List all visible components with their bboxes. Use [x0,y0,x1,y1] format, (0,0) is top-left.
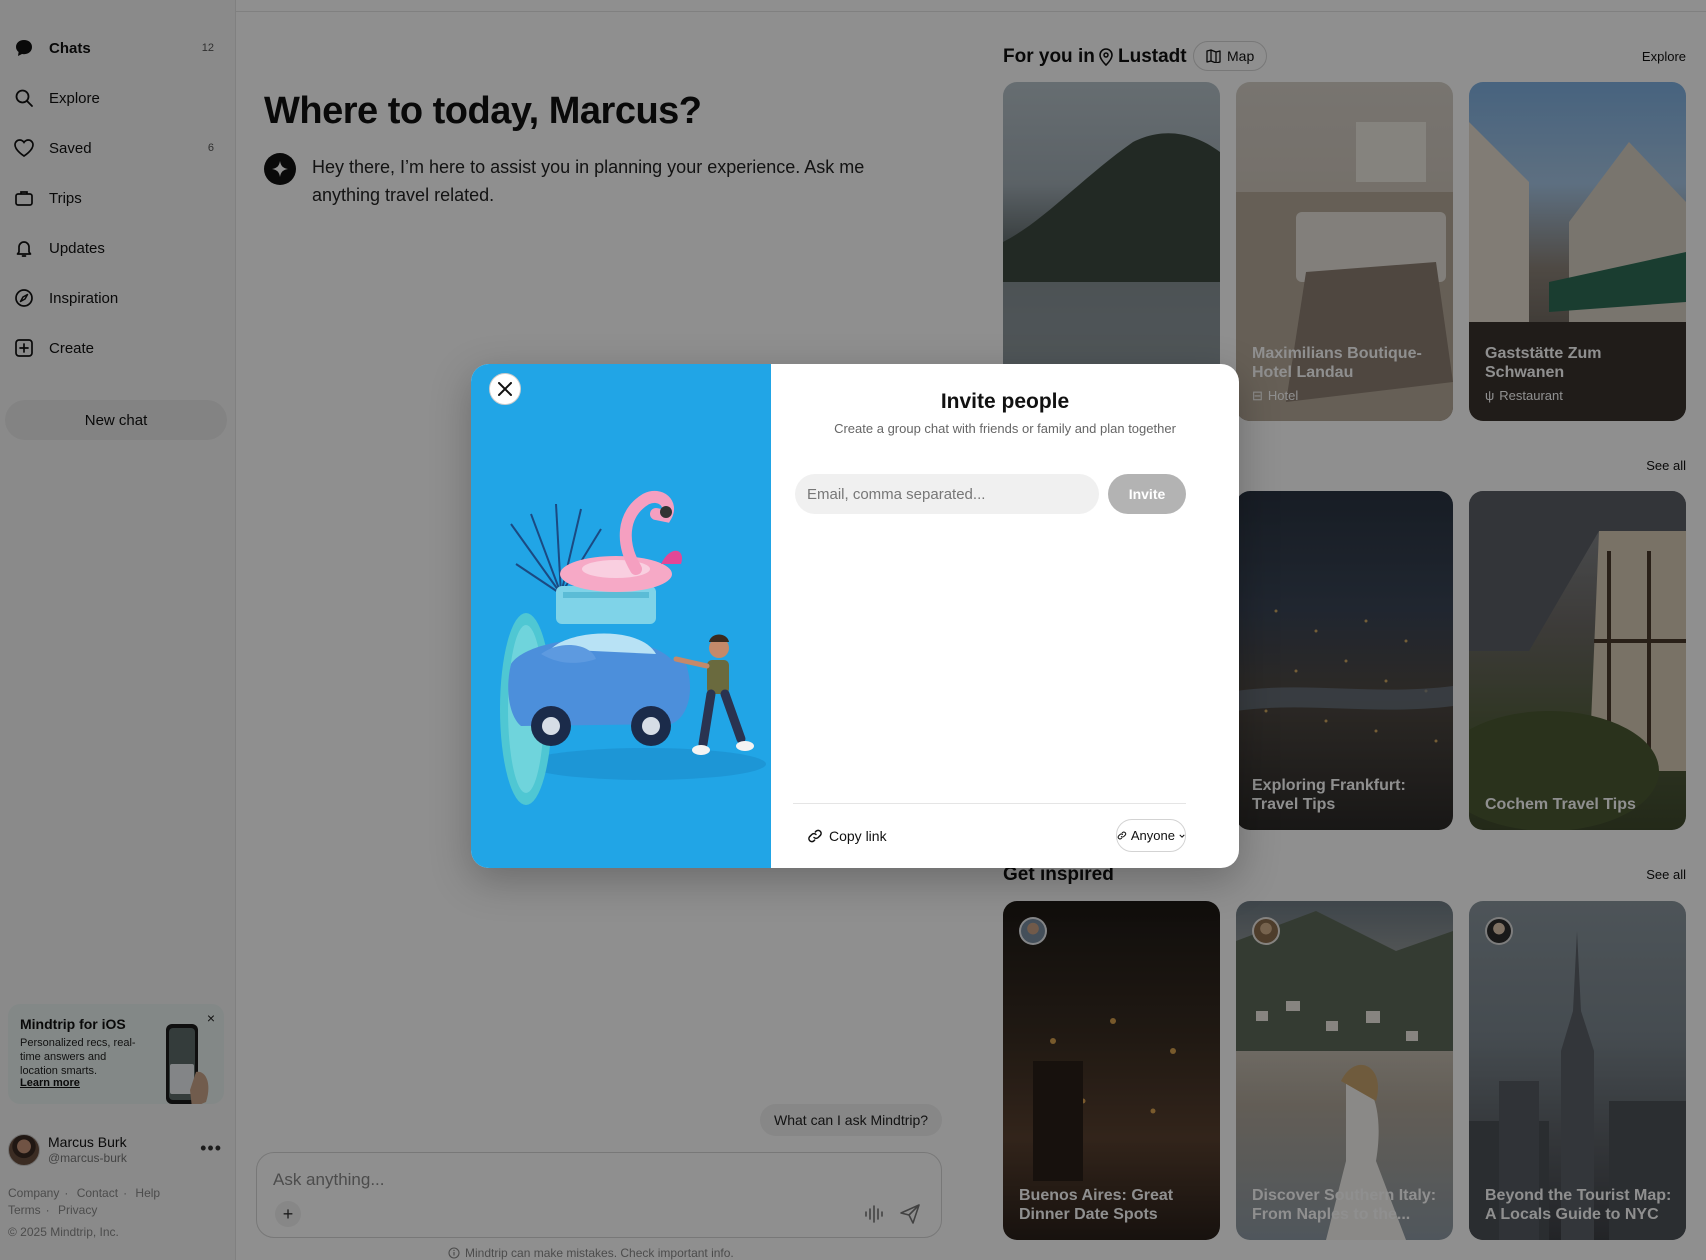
link-icon [1117,831,1127,840]
dialog-divider [793,803,1186,804]
invite-people-dialog: Invite people Create a group chat with f… [471,364,1239,868]
dialog-subtitle: Create a group chat with friends or fami… [834,421,1176,436]
chevron-down-icon [1179,834,1185,838]
travel-illustration [500,491,766,805]
email-field[interactable] [795,474,1099,514]
access-level-dropdown[interactable]: Anyone [1116,819,1186,852]
dialog-title: Invite people [940,390,1070,413]
invite-illustration-panel [471,364,771,868]
invite-button[interactable]: Invite [1108,474,1186,514]
copy-link-button[interactable]: Copy link [807,828,887,844]
link-icon [808,829,822,843]
access-level-label: Anyone [1130,828,1175,843]
copy-link-label: Copy link [829,828,887,844]
close-dialog-button[interactable] [489,373,521,405]
close-icon [498,382,512,396]
